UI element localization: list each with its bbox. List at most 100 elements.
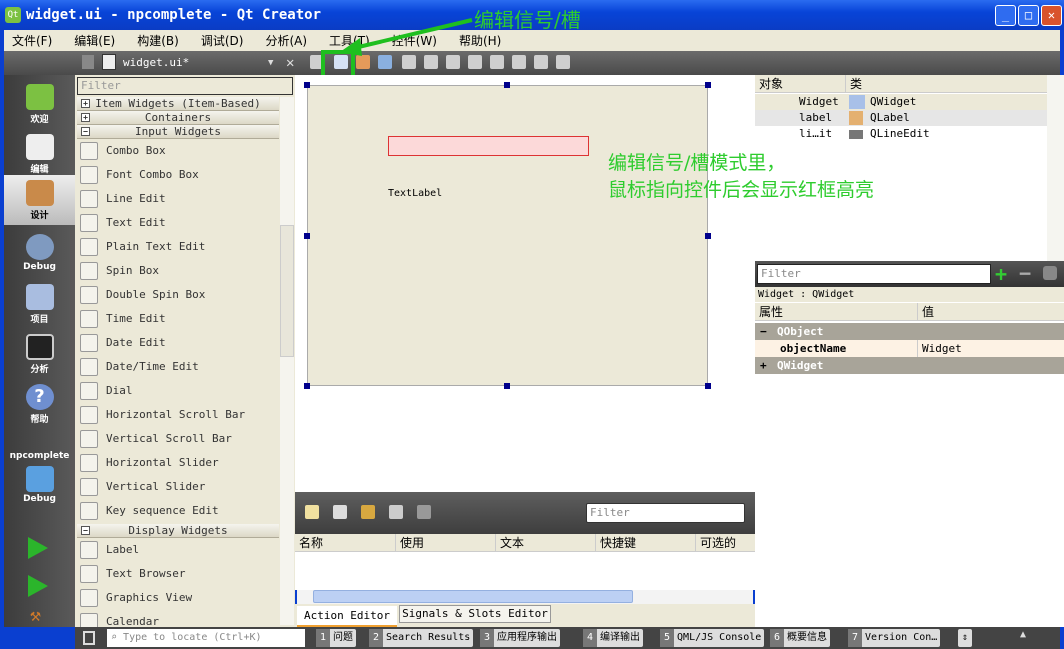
pane-app-output[interactable]: 3 应用程序输出 [480, 629, 561, 647]
pane-issues[interactable]: 1 问题 [316, 629, 357, 647]
widget-item[interactable]: Key sequence Edit [75, 499, 279, 523]
widget-item[interactable]: Time Edit [75, 307, 279, 331]
configure-wrench-icon[interactable] [417, 505, 431, 519]
status-bar: ⌕ Type to locate (Ctrl+K) 1 问题 2 Search Re… [75, 627, 1060, 649]
pane-version-control[interactable]: 7 Version Con… [848, 629, 941, 647]
widget-item[interactable]: Vertical Slider [75, 475, 279, 499]
pane-general-messages[interactable]: 6 概要信息 [770, 629, 831, 647]
widget-item[interactable]: Date/Time Edit [75, 355, 279, 379]
paste-action-icon[interactable] [361, 505, 375, 519]
copy-action-icon[interactable] [333, 505, 347, 519]
group-qobject[interactable]: − QObject [755, 323, 1064, 340]
widget-item[interactable]: Plain Text Edit [75, 235, 279, 259]
property-row-objectname[interactable]: objectName Widget [755, 340, 1064, 357]
widget-item[interactable]: Graphics View [75, 586, 279, 610]
widget-icon [80, 238, 98, 256]
mode-debug[interactable]: Debug [4, 229, 75, 279]
widget-item[interactable]: Text Browser [75, 562, 279, 586]
toggle-sidebar-icon[interactable] [83, 631, 95, 645]
widget-item[interactable]: Dial [75, 379, 279, 403]
widget-box-scrollbar[interactable] [280, 97, 294, 625]
mode-selector: 欢迎 编辑 设计 Debug 项目 分析 ? 帮助 npcomplete Debug… [4, 75, 75, 627]
horizontal-scrollbar[interactable] [297, 590, 753, 604]
inspector-scrollbar[interactable] [1047, 75, 1064, 261]
widget-item[interactable]: Label [75, 538, 279, 562]
debug-run-icon[interactable] [28, 575, 48, 597]
widget-item[interactable]: Horizontal Slider [75, 451, 279, 475]
widget-icon [80, 166, 98, 184]
property-filter-input[interactable]: Filter [757, 264, 991, 284]
widget-icon [80, 262, 98, 280]
new-action-icon[interactable] [305, 505, 319, 519]
tab-action-editor[interactable]: Action Editor [297, 606, 397, 627]
document-icon [25, 134, 54, 160]
category-input-widgets[interactable]: − Input Widgets [77, 125, 279, 139]
tree-row-lineedit[interactable]: li…it QLineEdit [755, 126, 1047, 142]
resize-handle[interactable] [304, 383, 310, 389]
pane-qml-console[interactable]: 5 QML/JS Console [660, 629, 765, 647]
widget-item[interactable]: Line Edit [75, 187, 279, 211]
widget-icon [80, 190, 98, 208]
widget-item[interactable]: Font Combo Box [75, 163, 279, 187]
text-label-widget[interactable]: TextLabel [388, 188, 442, 199]
widget-item[interactable]: Date Edit [75, 331, 279, 355]
column-header[interactable]: 属性 [755, 303, 917, 320]
category-containers[interactable]: + Containers [77, 111, 279, 125]
widget-item[interactable]: Text Edit [75, 211, 279, 235]
build-hammer-icon[interactable]: ⚒ [30, 605, 50, 626]
mode-projects[interactable]: 项目 [4, 279, 75, 329]
resize-handle[interactable] [705, 383, 711, 389]
widget-item[interactable]: Double Spin Box [75, 283, 279, 307]
design-pencil-icon [25, 180, 54, 206]
computer-icon [25, 466, 54, 492]
form-widget[interactable]: TextLabel [307, 85, 708, 386]
property-header: 属性 值 [755, 303, 1064, 321]
column-header[interactable]: 可选的 [695, 534, 755, 551]
tree-row-label[interactable]: label QLabel [755, 110, 1047, 126]
tab-signals-slots-editor[interactable]: Signals & Slots Editor [399, 605, 551, 623]
pane-search-results[interactable]: 2 Search Results [369, 629, 474, 647]
widget-icon [80, 310, 98, 328]
column-header[interactable]: 使用 [395, 534, 495, 551]
add-property-icon[interactable]: + [995, 261, 1007, 287]
resize-handle[interactable] [705, 233, 711, 239]
oscilloscope-icon [25, 334, 54, 360]
column-header[interactable]: 名称 [295, 534, 395, 551]
mode-edit[interactable]: 编辑 [4, 129, 75, 179]
configure-wrench-icon[interactable] [1043, 266, 1057, 280]
remove-property-icon[interactable]: − [1019, 261, 1031, 285]
widget-item[interactable]: Vertical Scroll Bar [75, 427, 279, 451]
pane-more-icon[interactable]: ⇕ [958, 629, 972, 647]
target-selector[interactable]: npcomplete Debug [4, 451, 75, 521]
group-qwidget[interactable]: + QWidget [755, 357, 1064, 374]
expand-output-icon[interactable]: ▲ [1020, 629, 1026, 640]
locator-input[interactable]: ⌕ Type to locate (Ctrl+K) [107, 629, 305, 647]
widget-icon [80, 502, 98, 520]
action-filter-input[interactable]: Filter [586, 503, 745, 523]
widget-icon [80, 589, 98, 607]
mode-design[interactable]: 设计 [4, 175, 75, 225]
widget-item[interactable]: Combo Box [75, 139, 279, 163]
widget-icon [80, 541, 98, 559]
widget-item[interactable]: Horizontal Scroll Bar [75, 403, 279, 427]
widget-item[interactable]: Spin Box [75, 259, 279, 283]
mode-analyze[interactable]: 分析 [4, 329, 75, 379]
column-header[interactable]: 文本 [495, 534, 595, 551]
widget-icon [80, 214, 98, 232]
category-display-widgets[interactable]: − Display Widgets [77, 524, 279, 538]
action-table-header: 名称 使用 文本 快捷键 可选的 [295, 534, 755, 552]
line-edit-widget[interactable] [388, 136, 589, 156]
resize-handle[interactable] [504, 383, 510, 389]
resize-handle[interactable] [304, 233, 310, 239]
column-header[interactable]: 快捷键 [595, 534, 695, 551]
column-header[interactable]: 值 [917, 303, 934, 320]
run-icon[interactable] [28, 537, 48, 559]
pane-compile-output[interactable]: 4 编译输出 [583, 629, 644, 647]
lineedit-icon [849, 130, 863, 139]
mode-help[interactable]: ? 帮助 [4, 379, 75, 429]
objectname-value[interactable]: Widget [917, 340, 962, 357]
widget-icon [80, 334, 98, 352]
widget-icon [80, 358, 98, 376]
property-toolbar: Filter + − [755, 261, 1064, 287]
delete-action-icon[interactable] [389, 505, 403, 519]
